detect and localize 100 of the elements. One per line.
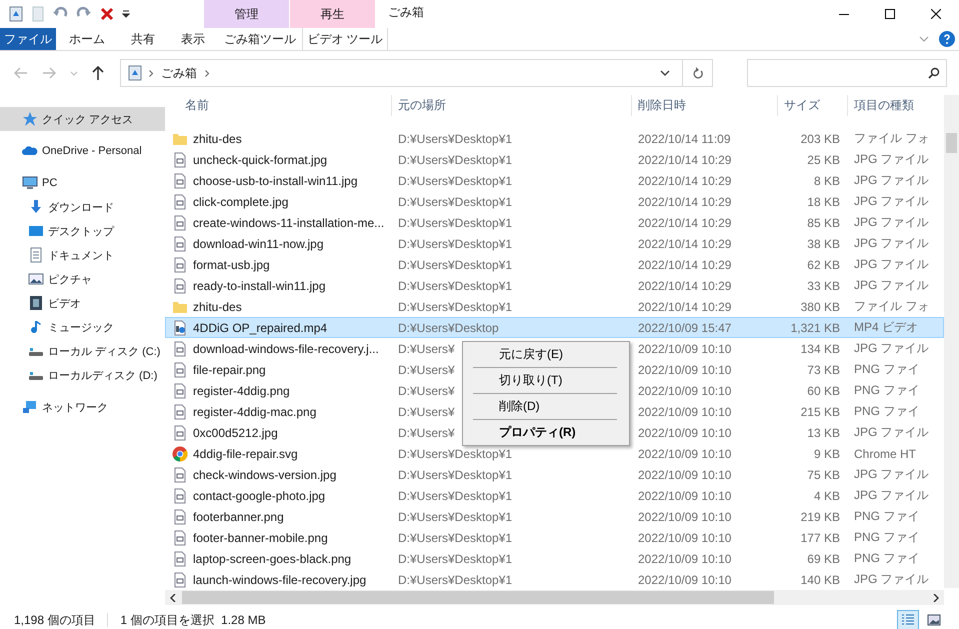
table-cell: D:¥Users¥Desktop¥1 xyxy=(398,446,512,461)
table-cell: 2022/10/09 10:10 xyxy=(638,384,732,398)
column-header[interactable]: サイズ xyxy=(777,95,847,116)
file-name: launch-windows-file-recovery.jpg xyxy=(193,572,366,587)
table-cell: 8 KB xyxy=(814,174,840,188)
table-cell: 215 KB xyxy=(800,404,840,419)
nav-item[interactable]: ネットワーク xyxy=(0,395,165,419)
nav-item[interactable]: ローカル ディスク (C:) xyxy=(0,339,165,363)
search-field[interactable] xyxy=(747,59,947,87)
table-cell: D:¥Users¥Desktop¥1 xyxy=(398,258,512,272)
menu-item[interactable]: 削除(D) xyxy=(465,396,627,417)
ribbon-tab[interactable]: 共有 xyxy=(118,28,168,50)
nav-item[interactable]: ミュージック xyxy=(0,315,165,339)
file-name: check-windows-version.jpg xyxy=(193,468,336,482)
menu-item[interactable]: 元に戻す(E) xyxy=(465,344,627,365)
file-name: register-4ddig-mac.png xyxy=(193,404,316,419)
file-name: laptop-screen-goes-black.png xyxy=(193,552,352,566)
image-file-icon xyxy=(172,572,188,588)
image-file-icon xyxy=(172,424,188,441)
address-bar[interactable]: ごみ箱 xyxy=(120,59,713,87)
scroll-left-icon[interactable] xyxy=(170,594,176,602)
image-file-icon xyxy=(172,404,188,420)
table-cell: 2022/10/14 10:29 xyxy=(638,300,732,314)
music-icon xyxy=(28,319,44,335)
menu-item[interactable]: 切り取り(T) xyxy=(465,370,627,391)
table-cell: 73 KB xyxy=(807,362,840,377)
table-cell: 4 KB xyxy=(814,488,840,503)
nav-item[interactable]: ドキュメント xyxy=(0,243,165,267)
horizontal-scrollbar[interactable] xyxy=(165,590,944,605)
nav-item[interactable]: デスクトップ xyxy=(0,219,165,243)
table-cell: D:¥Users¥Desktop xyxy=(398,320,499,335)
column-header[interactable]: 名前 xyxy=(165,95,391,116)
context-tab-group: 再生 xyxy=(290,0,375,28)
file-name: zhitu-des xyxy=(193,132,242,146)
table-cell: ファイル フォ xyxy=(854,299,930,314)
image-file-icon xyxy=(172,194,188,210)
column-header[interactable]: 削除日時 xyxy=(631,95,777,116)
table-cell: D:¥Users¥Desktop¥1 xyxy=(398,488,512,503)
table-cell: D:¥Users¥Desktop¥1 xyxy=(398,572,512,587)
selected-file-row[interactable]: 4DDiG OP_repaired.mp4 D:¥Users¥Desktop 2022/10/09 15:47 1,321 KB MP4 ビデオ xyxy=(165,317,944,338)
table-cell: D:¥Users¥Desktop¥1 xyxy=(398,468,512,482)
ribbon-tab[interactable]: 表示 xyxy=(168,28,218,50)
table-cell: 2022/10/09 10:10 xyxy=(638,404,732,419)
dropdown-arrow-icon[interactable] xyxy=(122,10,130,18)
scroll-right-icon[interactable] xyxy=(933,594,939,602)
table-cell: 18 KB xyxy=(807,194,840,209)
document-icon xyxy=(28,247,44,263)
breadcrumb-chevron-icon[interactable] xyxy=(149,70,153,76)
nav-item[interactable]: クイック アクセス xyxy=(0,107,165,131)
file-name: contact-google-photo.jpg xyxy=(193,488,326,503)
recycle-bin-icon[interactable] xyxy=(8,6,24,22)
nav-item[interactable]: OneDrive - Personal xyxy=(0,139,165,163)
table-cell: 203 KB xyxy=(800,132,840,146)
chevron-down-icon[interactable] xyxy=(660,70,670,76)
table-cell: 140 KB xyxy=(800,572,840,587)
image-file-icon xyxy=(172,362,188,378)
close-icon xyxy=(931,9,941,19)
table-cell: D:¥Users¥Desktop¥1 xyxy=(398,132,512,146)
vertical-scrollbar[interactable] xyxy=(944,95,959,588)
file-name: format-usb.jpg xyxy=(193,258,270,272)
menu-item[interactable]: プロパティ(R) xyxy=(465,422,627,443)
chrome-icon xyxy=(172,446,188,462)
pc-icon xyxy=(22,175,38,191)
table-cell: ファイル フォ xyxy=(854,131,930,146)
recycle-bin-icon xyxy=(127,65,143,81)
table-cell: 33 KB xyxy=(807,278,840,293)
image-file-icon xyxy=(172,236,188,252)
table-cell: PNG ファイ xyxy=(854,404,920,418)
nav-item[interactable]: ダウンロード xyxy=(0,195,165,219)
details-view-button[interactable] xyxy=(897,610,919,629)
image-file-icon xyxy=(172,508,188,525)
nav-item[interactable]: PC xyxy=(0,171,165,195)
file-name: choose-usb-to-install-win11.jpg xyxy=(193,174,358,188)
table-cell: PNG ファイ xyxy=(854,362,920,376)
context-tab-group: 管理 xyxy=(204,0,289,28)
ribbon-tab[interactable]: ごみ箱ツール xyxy=(218,28,303,50)
table-cell: 2022/10/09 10:10 xyxy=(638,572,732,587)
table-cell: 69 KB xyxy=(807,552,840,566)
maximize-icon xyxy=(885,9,895,19)
ribbon-tab[interactable]: ホーム xyxy=(56,28,118,50)
ribbon-tab[interactable]: ビデオ ツール xyxy=(303,28,388,50)
table-cell: 2022/10/14 10:29 xyxy=(638,236,732,251)
table-cell: JPG ファイル xyxy=(854,467,929,482)
breadcrumb-chevron-icon[interactable] xyxy=(205,70,209,76)
delete-x-icon[interactable] xyxy=(100,7,114,21)
nav-item[interactable]: ピクチャ xyxy=(0,267,165,291)
column-header[interactable]: 元の場所 xyxy=(391,95,631,116)
table-cell: 1,321 KB xyxy=(790,320,840,335)
file-name: 4DDiG OP_repaired.mp4 xyxy=(193,320,328,335)
nav-item[interactable]: ビデオ xyxy=(0,291,165,315)
file-name: file-repair.png xyxy=(193,362,266,377)
help-icon[interactable] xyxy=(939,31,955,47)
file-name: download-windows-file-recovery.j... xyxy=(193,342,379,356)
table-cell: D:¥Users¥Desktop¥1 xyxy=(398,152,512,167)
nav-item[interactable]: ローカルディスク (D:) xyxy=(0,363,165,387)
table-cell: 2022/10/09 10:10 xyxy=(638,468,732,482)
table-cell: JPG ファイル xyxy=(854,194,929,208)
table-cell: D:¥Users¥Desktop¥1 xyxy=(398,194,512,209)
breadcrumb-item[interactable]: ごみ箱 xyxy=(161,64,197,82)
ribbon-tab[interactable]: ファイル xyxy=(0,28,56,50)
